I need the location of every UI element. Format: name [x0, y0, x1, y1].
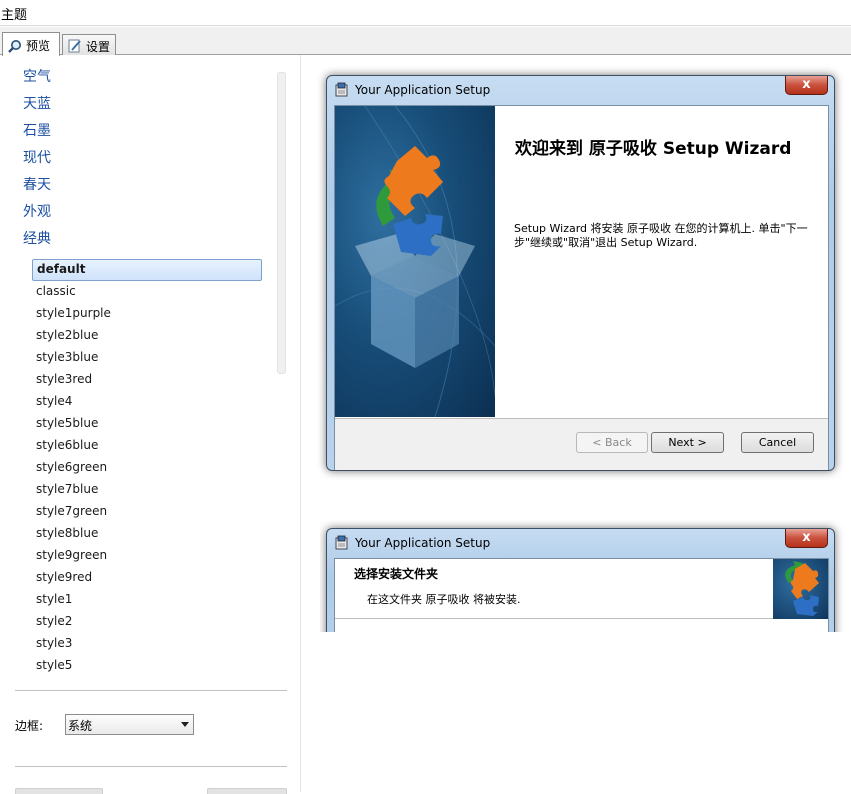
divider	[15, 766, 287, 767]
window-title: 主题	[1, 8, 28, 23]
wizard-welcome-heading: 欢迎来到 原子吸收 Setup Wizard	[515, 139, 792, 159]
back-button[interactable]: < Back	[576, 432, 648, 453]
vertical-scrollbar[interactable]	[277, 72, 286, 374]
style-list-item[interactable]: default	[32, 259, 262, 281]
cancel-button[interactable]: Cancel	[741, 432, 814, 453]
puzzle-icon	[773, 559, 828, 619]
theme-link-spring[interactable]: 春天	[23, 174, 51, 194]
style-list-item[interactable]: style6blue	[32, 435, 262, 457]
theme-link-modern[interactable]: 现代	[23, 147, 51, 167]
bottom-button-left[interactable]	[15, 788, 103, 794]
folder-header: 选择安装文件夹 在这文件夹 原子吸收 将被安装.	[335, 559, 828, 619]
theme-link-air[interactable]: 空气	[23, 66, 51, 86]
border-label: 边框:	[15, 719, 44, 733]
window-caption: Your Application Setup	[355, 536, 491, 550]
style-list-item[interactable]: classic	[32, 281, 262, 303]
theme-link-appearance[interactable]: 外观	[23, 201, 51, 221]
tab-strip: 预览 设置	[0, 27, 851, 56]
style-list-item[interactable]: style3red	[32, 369, 262, 391]
pencil-icon	[67, 39, 83, 53]
theme-link-classic[interactable]: 经典	[23, 228, 51, 248]
style-list-item[interactable]: style1	[32, 589, 262, 611]
style-list-item[interactable]: style7blue	[32, 479, 262, 501]
style-list-item[interactable]: style5blue	[32, 413, 262, 435]
preview-folder-clip: Your Application Setup x 选择安装文件夹 在这文件夹 原…	[320, 520, 851, 632]
style-list-item[interactable]: style3blue	[32, 347, 262, 369]
border-style-select[interactable]: 系统	[65, 714, 194, 735]
wizard-button-bar: < Back Next > Cancel	[335, 418, 828, 470]
folder-subtitle: 在这文件夹 原子吸收 将被安装.	[367, 593, 521, 606]
style-list-item[interactable]: style4	[32, 391, 262, 413]
wizard-banner-image	[335, 106, 495, 417]
tab-settings[interactable]: 设置	[62, 34, 116, 55]
style-list-item[interactable]: style6green	[32, 457, 262, 479]
style-list-item[interactable]: style3	[32, 633, 262, 655]
preview-welcome-window: Your Application Setup x 欢迎来到 原子吸收 Setup…	[326, 75, 835, 471]
style-list-item[interactable]: style8blue	[32, 523, 262, 545]
chevron-down-icon	[181, 722, 189, 727]
divider	[15, 690, 287, 691]
folder-client-area: 选择安装文件夹 在这文件夹 原子吸收 将被安装.	[334, 558, 829, 632]
style-list-item[interactable]: style1purple	[32, 303, 262, 325]
style-list-item[interactable]: style7green	[32, 501, 262, 523]
installer-icon	[334, 82, 350, 98]
installer-icon	[334, 535, 350, 551]
magnifier-icon	[7, 39, 23, 53]
bottom-button-right[interactable]	[207, 788, 287, 794]
tab-preview-label: 预览	[26, 39, 51, 53]
style-list-item[interactable]: style2	[32, 611, 262, 633]
border-style-value: 系统	[68, 719, 93, 733]
style-list-item[interactable]: style9red	[32, 567, 262, 589]
tab-settings-label: 设置	[86, 39, 111, 54]
close-button[interactable]: x	[785, 76, 828, 95]
tab-preview[interactable]: 预览	[2, 32, 60, 56]
next-button[interactable]: Next >	[651, 432, 724, 453]
preview-folder-window: Your Application Setup x 选择安装文件夹 在这文件夹 原…	[326, 528, 835, 632]
style-list-item[interactable]: style9green	[32, 545, 262, 567]
window-title-bar: 主题	[0, 0, 851, 26]
window-caption: Your Application Setup	[355, 83, 491, 97]
style-list-item[interactable]: style2blue	[32, 325, 262, 347]
theme-link-sky-blue[interactable]: 天蓝	[23, 93, 51, 113]
theme-selector-pane: 空气 天蓝 石墨 现代 春天 外观 经典 default classic sty…	[0, 55, 301, 794]
close-button[interactable]: x	[785, 529, 828, 548]
folder-heading: 选择安装文件夹	[354, 567, 439, 581]
wizard-welcome-text: Setup Wizard 将安装 原子吸收 在您的计算机上. 单击"下一步"继续…	[514, 222, 808, 249]
wizard-client-area: 欢迎来到 原子吸收 Setup Wizard Setup Wizard 将安装 …	[334, 105, 829, 470]
style-list-item[interactable]: style5	[32, 655, 262, 677]
theme-link-graphite[interactable]: 石墨	[23, 120, 51, 140]
